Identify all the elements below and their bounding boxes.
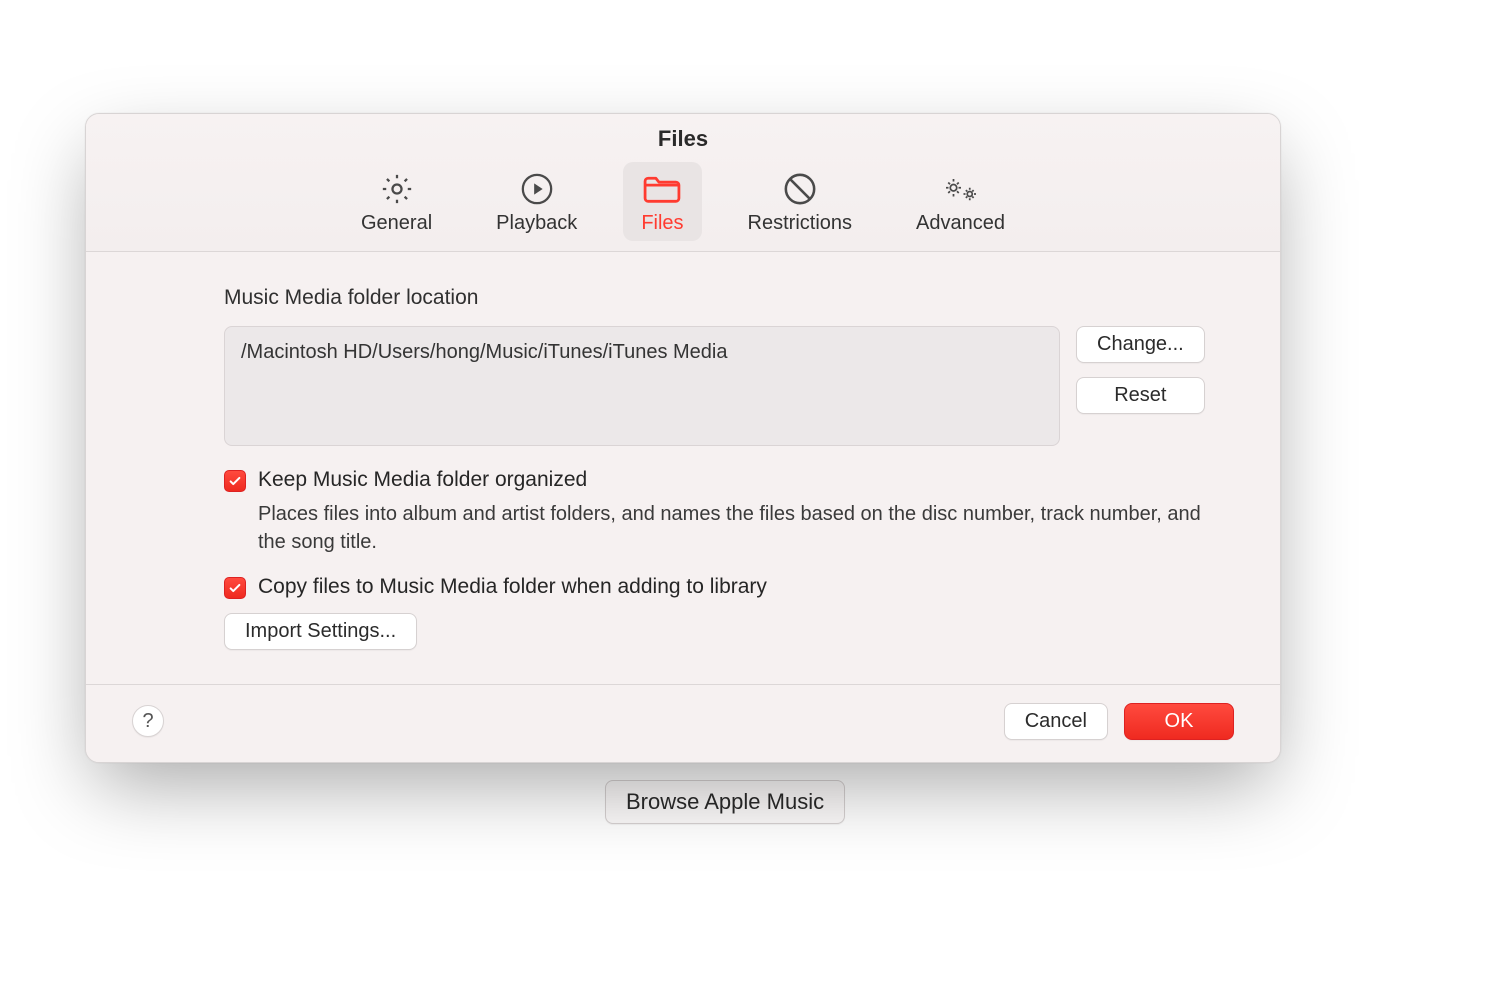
ok-button[interactable]: OK	[1124, 703, 1234, 740]
tab-label: Playback	[496, 212, 577, 235]
tab-label: Restrictions	[748, 212, 852, 235]
browse-apple-music-button[interactable]: Browse Apple Music	[605, 780, 845, 824]
folder-icon	[642, 172, 682, 206]
checkmark-icon	[228, 581, 242, 595]
gear-icon	[377, 172, 417, 206]
tab-advanced[interactable]: Advanced	[898, 162, 1023, 241]
tab-label: Files	[641, 212, 683, 235]
gears-icon	[941, 172, 981, 206]
media-folder-label: Music Media folder location	[224, 286, 1234, 310]
tab-label: Advanced	[916, 212, 1005, 235]
no-symbol-icon	[780, 172, 820, 206]
tab-label: General	[361, 212, 432, 235]
toolbar-tabs: General Playback Files	[86, 162, 1280, 241]
window-title: Files	[86, 126, 1280, 152]
play-circle-icon	[517, 172, 557, 206]
tab-restrictions[interactable]: Restrictions	[730, 162, 870, 241]
dialog-footer: ? Cancel OK	[86, 684, 1280, 762]
tab-general[interactable]: General	[343, 162, 450, 241]
tab-files[interactable]: Files	[623, 162, 701, 241]
reset-button[interactable]: Reset	[1076, 377, 1205, 414]
change-button[interactable]: Change...	[1076, 326, 1205, 363]
files-preferences-window: Files General Playback	[85, 113, 1281, 763]
help-button[interactable]: ?	[132, 705, 164, 737]
checkmark-icon	[228, 474, 242, 488]
import-settings-button[interactable]: Import Settings...	[224, 613, 417, 650]
keep-organized-description: Places files into album and artist folde…	[258, 500, 1234, 557]
content-area: Music Media folder location /Macintosh H…	[86, 252, 1280, 684]
toolbar: Files General Playback	[86, 114, 1280, 252]
keep-organized-label: Keep Music Media folder organized	[258, 468, 587, 492]
tab-playback[interactable]: Playback	[478, 162, 595, 241]
copy-files-checkbox[interactable]	[224, 577, 246, 599]
keep-organized-checkbox[interactable]	[224, 470, 246, 492]
media-folder-path: /Macintosh HD/Users/hong/Music/iTunes/iT…	[224, 326, 1060, 446]
copy-files-label: Copy files to Music Media folder when ad…	[258, 575, 767, 599]
cancel-button[interactable]: Cancel	[1004, 703, 1108, 740]
